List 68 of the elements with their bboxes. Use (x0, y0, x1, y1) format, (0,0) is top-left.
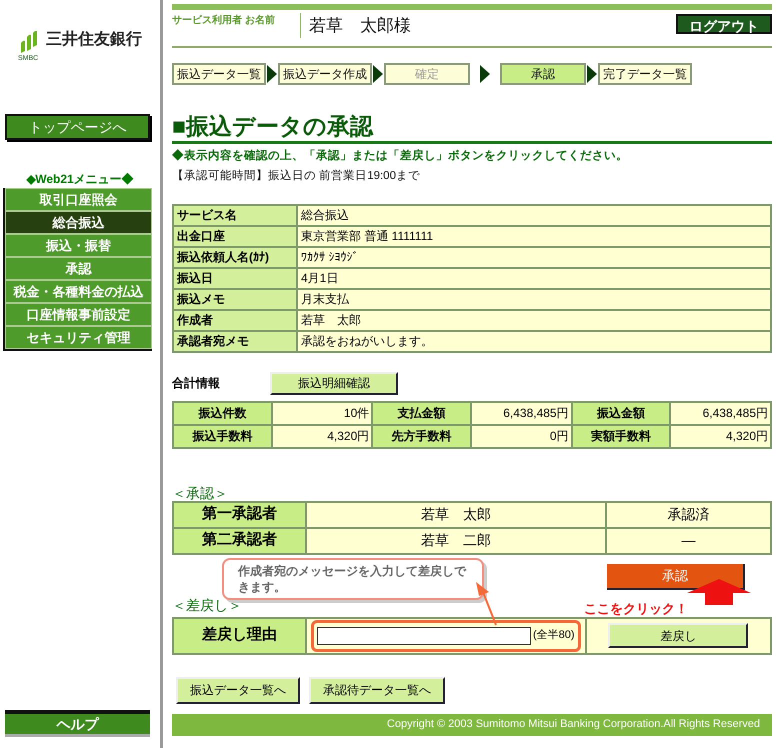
top-page-button[interactable]: トップページへ (5, 114, 150, 140)
table-cell: 若草 太郎 (297, 310, 771, 330)
logout-button[interactable]: ログアウト (676, 14, 772, 34)
click-hint: ここをクリック！ (584, 600, 688, 618)
detail-button[interactable]: 振込明細確認 (270, 372, 398, 394)
limit-note: (全半80) (533, 628, 575, 644)
time-note: 【承認可能時間】振込日の 前営業日19:00まで (172, 168, 421, 184)
menu-item[interactable]: セキュリティ管理 (5, 326, 152, 349)
step-tab[interactable]: 承認 (500, 63, 586, 85)
arrow-icon (267, 65, 277, 83)
field-label: 先方手数料 (372, 424, 471, 448)
nav-button[interactable]: 振込データ一覧へ (176, 676, 300, 704)
field-label: 振込手数料 (173, 424, 272, 448)
field-label: 振込件数 (173, 402, 272, 424)
reason-input[interactable] (317, 626, 531, 644)
field-label: 第二承認者 (173, 528, 306, 554)
section-heading: 合計情報 (172, 375, 221, 392)
step-tab[interactable]: 振込データ作成 (278, 63, 372, 85)
table-cell: 4,320円 (670, 424, 771, 448)
field-label: 出金口座 (173, 226, 297, 246)
instruction-text: ◆表示内容を確認の上、「承認」または「差戻し」ボタンをクリックしてください。 (172, 148, 629, 164)
footer-bar: Copyright © 2003 Sumitomo Mitsui Banking Corporation.All Rights Reserved (172, 714, 772, 736)
field-label: 第一承認者 (173, 502, 306, 528)
field-label: 振込金額 (572, 402, 670, 424)
table-cell: ― (606, 528, 771, 554)
callout-bubble: 作成者宛のメッセージを入力して差戻しできます。 (222, 558, 484, 600)
table-cell: 承認をおねがいします。 (297, 330, 771, 352)
field-label: 作成者 (173, 310, 297, 330)
table-cell: 6,438,485円 (670, 402, 771, 424)
table-cell: ﾜｶｸｻ ｼﾖｳｼﾞ (297, 246, 771, 268)
menu-item[interactable]: 総合振込 (5, 211, 152, 234)
menu-item[interactable]: 税金・各種料金の払込 (5, 280, 152, 303)
menu-item[interactable]: 振込・振替 (5, 234, 152, 257)
reject-button[interactable]: 差戻し (608, 623, 748, 648)
leaf-logo-icon (19, 31, 38, 53)
field-label: 承認者宛メモ (173, 330, 297, 352)
menu-title: ◆Web21メニュー◆ (25, 171, 135, 188)
up-arrow-icon (687, 578, 751, 604)
arrow-icon (373, 65, 383, 83)
field-label: 振込依頼人名(ｶﾅ) (173, 246, 297, 268)
table-cell: 東京営業部 普通 1111111 (297, 226, 771, 246)
table-cell: 若草 太郎 (306, 502, 606, 528)
section-heading: ＜承認＞ (172, 484, 229, 500)
bank-name: 三井住友銀行 (46, 30, 142, 50)
step-tab[interactable]: 完了データ一覧 (598, 63, 692, 85)
table-cell: 月末支払 (297, 288, 771, 310)
menu-item[interactable]: 取引口座照会 (5, 188, 152, 211)
table-cell: 若草 二郎 (306, 528, 606, 554)
field-label: 差戻し理由 (173, 618, 306, 654)
table-cell: 総合振込 (297, 204, 771, 226)
nav-button[interactable]: 承認待データ一覧へ (309, 676, 445, 704)
table-cell: 6,438,485円 (470, 402, 572, 424)
menu-item[interactable]: 口座情報事前設定 (5, 303, 152, 326)
approve-button[interactable]: 承認 (607, 564, 745, 590)
table-cell: 10件 (272, 402, 372, 424)
field-label: 振込日 (173, 268, 297, 288)
table-cell: 4月1日 (297, 268, 771, 288)
arrow-icon (480, 65, 490, 83)
menu-item[interactable]: 承認 (5, 257, 152, 280)
user-label: サービス利用者 お名前 (172, 14, 276, 28)
table-cell: 承認済 (606, 502, 771, 528)
field-label: 振込メモ (173, 288, 297, 310)
page-title: ■振込データの承認 (172, 113, 374, 139)
arrow-icon (587, 65, 597, 83)
help-button[interactable]: ヘルプ (5, 710, 150, 734)
step-tab[interactable]: 振込データ一覧 (172, 63, 266, 85)
field-label: 支払金額 (372, 402, 471, 424)
field-label: サービス名 (173, 204, 297, 226)
